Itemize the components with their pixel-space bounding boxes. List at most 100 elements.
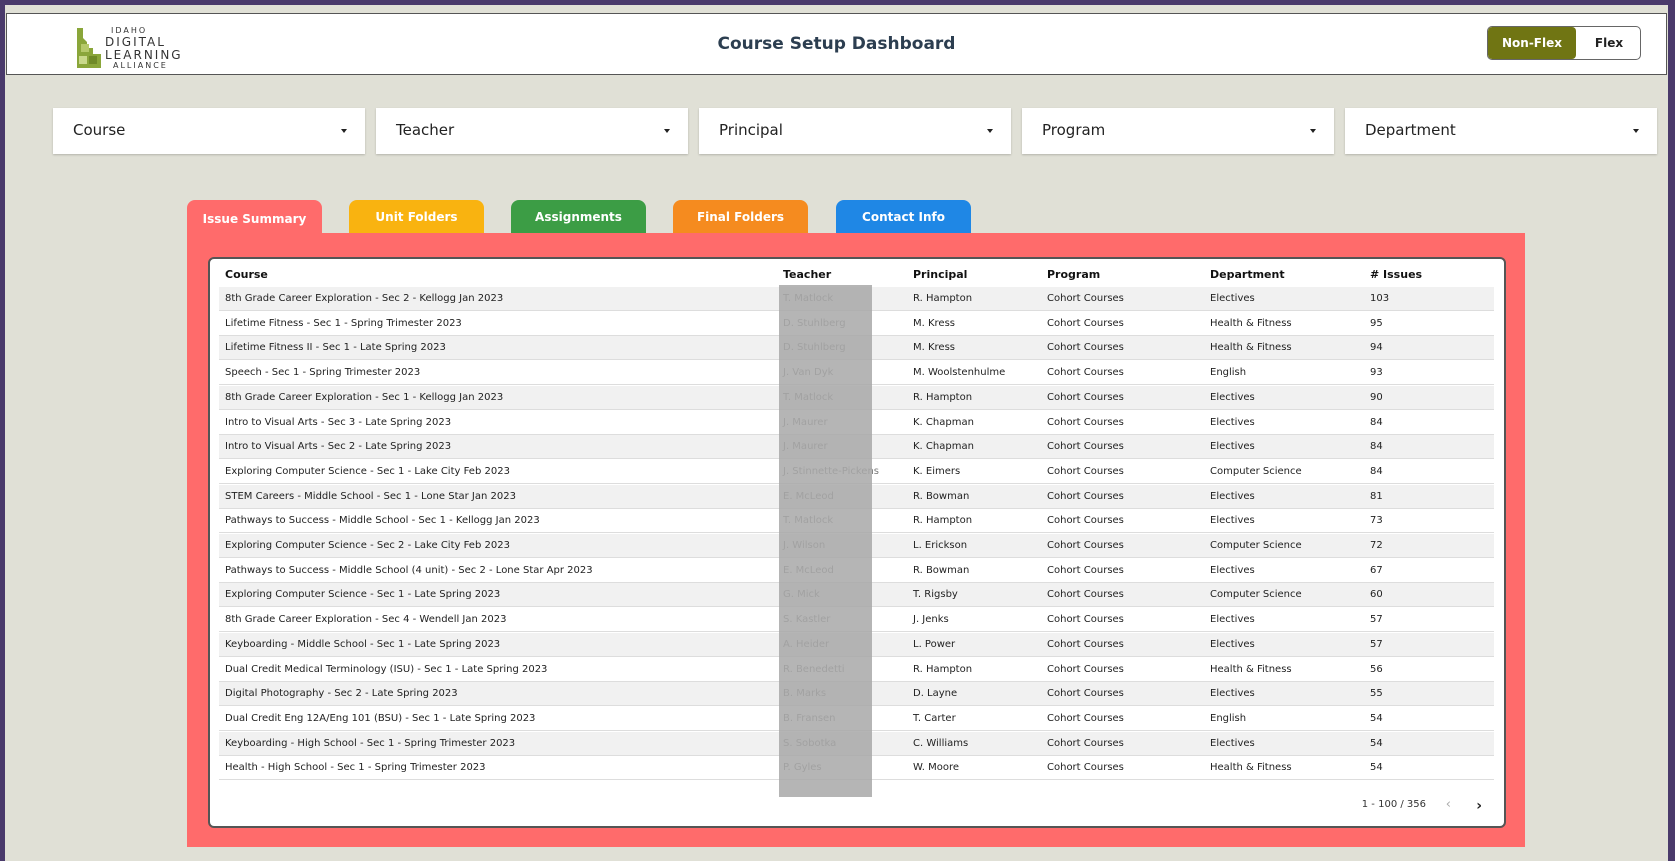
header-bar: IDAHO DIGITAL LEARNING ALLIANCE Course S… xyxy=(6,13,1667,75)
cell-issues: 54 xyxy=(1370,737,1383,749)
cell-principal: M. Kress xyxy=(913,342,956,354)
cell-course: Speech - Sec 1 - Spring Trimester 2023 xyxy=(225,367,421,379)
cell-program: Cohort Courses xyxy=(1047,638,1124,650)
column-header-issues[interactable]: # Issues xyxy=(1370,268,1422,281)
logo-line-4: ALLIANCE xyxy=(113,61,168,70)
tab-assignments[interactable]: Assignments xyxy=(511,200,646,234)
cell-department: Health & Fitness xyxy=(1210,762,1292,774)
cell-principal: M. Kress xyxy=(913,317,956,329)
cell-course: Pathways to Success - Middle School - Se… xyxy=(225,515,540,527)
column-header-program[interactable]: Program xyxy=(1047,268,1100,281)
column-header-principal[interactable]: Principal xyxy=(913,268,967,281)
cell-department: Electives xyxy=(1210,293,1255,304)
principal-filter-dropdown[interactable]: Principal xyxy=(699,108,1011,154)
department-filter-label: Department xyxy=(1365,121,1456,139)
principal-filter-label: Principal xyxy=(719,121,783,139)
cell-course: 8th Grade Career Exploration - Sec 1 - K… xyxy=(225,391,504,403)
cell-course: Pathways to Success - Middle School (4 u… xyxy=(225,564,593,576)
cell-program: Cohort Courses xyxy=(1047,465,1124,477)
flex-toggle[interactable]: Non-Flex Flex xyxy=(1487,26,1641,60)
cell-department: English xyxy=(1210,367,1247,379)
cell-program: Cohort Courses xyxy=(1047,688,1124,700)
cell-department: Electives xyxy=(1210,564,1255,576)
cell-principal: R. Hampton xyxy=(913,391,973,403)
column-header-teacher[interactable]: Teacher xyxy=(783,268,831,281)
department-filter-dropdown[interactable]: Department xyxy=(1345,108,1657,154)
cell-program: Cohort Courses xyxy=(1047,342,1124,354)
cell-issues: 57 xyxy=(1370,638,1383,650)
cell-department: Electives xyxy=(1210,391,1255,403)
cell-course: Dual Credit Medical Terminology (ISU) - … xyxy=(225,663,548,675)
cell-issues: 54 xyxy=(1370,762,1383,774)
cell-issues: 93 xyxy=(1370,367,1383,379)
cell-principal: K. Chapman xyxy=(913,416,974,428)
cell-principal: R. Hampton xyxy=(913,293,973,304)
issue-summary-table: Course Teacher Principal Program Departm… xyxy=(208,257,1506,828)
column-header-department[interactable]: Department xyxy=(1210,268,1285,281)
cell-issues: 54 xyxy=(1370,712,1383,724)
teacher-filter-label: Teacher xyxy=(396,121,455,139)
pagination-label: 1 - 100 / 356 xyxy=(1361,799,1426,810)
cell-principal: W. Moore xyxy=(913,762,960,774)
cell-program: Cohort Courses xyxy=(1047,391,1124,403)
cell-course: Health - High School - Sec 1 - Spring Tr… xyxy=(225,762,486,774)
tab-final-folders[interactable]: Final Folders xyxy=(673,200,808,234)
cell-issues: 84 xyxy=(1370,465,1383,477)
cell-issues: 94 xyxy=(1370,342,1383,354)
cell-principal: J. Jenks xyxy=(913,614,949,626)
cell-issues: 56 xyxy=(1370,663,1383,675)
chevron-down-icon xyxy=(1310,129,1316,133)
cell-department: Electives xyxy=(1210,441,1255,453)
cell-course: Keyboarding - High School - Sec 1 - Spri… xyxy=(225,737,516,749)
cell-department: Computer Science xyxy=(1210,540,1302,551)
cell-issues: 57 xyxy=(1370,614,1383,626)
program-filter-dropdown[interactable]: Program xyxy=(1022,108,1334,154)
cell-principal: R. Hampton xyxy=(913,663,973,675)
cell-principal: R. Hampton xyxy=(913,515,973,527)
chevron-left-icon[interactable]: ‹ xyxy=(1446,797,1451,812)
cell-department: Electives xyxy=(1210,688,1255,700)
tab-contact-info[interactable]: Contact Info xyxy=(836,200,971,234)
cell-principal: T. Rigsby xyxy=(913,589,958,601)
cell-course: 8th Grade Career Exploration - Sec 4 - W… xyxy=(225,614,507,626)
cell-principal: T. Carter xyxy=(913,712,956,724)
teacher-column-redaction xyxy=(779,285,872,797)
cell-course: Digital Photography - Sec 2 - Late Sprin… xyxy=(225,688,458,700)
page-title: Course Setup Dashboard xyxy=(717,34,956,54)
cell-principal: L. Power xyxy=(913,638,956,650)
cell-issues: 95 xyxy=(1370,317,1383,329)
cell-program: Cohort Courses xyxy=(1047,515,1124,527)
cell-department: Electives xyxy=(1210,416,1255,428)
cell-department: Electives xyxy=(1210,638,1255,650)
cell-course: Lifetime Fitness II - Sec 1 - Late Sprin… xyxy=(225,342,446,354)
cell-issues: 73 xyxy=(1370,515,1383,527)
chevron-down-icon xyxy=(341,129,347,133)
cell-issues: 60 xyxy=(1370,589,1383,601)
cell-department: Electives xyxy=(1210,737,1255,749)
tab-unit-folders[interactable]: Unit Folders xyxy=(349,200,484,234)
cell-department: Health & Fitness xyxy=(1210,317,1292,329)
flex-button[interactable]: Flex xyxy=(1576,27,1640,59)
cell-course: Intro to Visual Arts - Sec 3 - Late Spri… xyxy=(225,416,452,428)
column-header-course[interactable]: Course xyxy=(225,268,268,281)
cell-issues: 90 xyxy=(1370,391,1383,403)
cell-course: Intro to Visual Arts - Sec 2 - Late Spri… xyxy=(225,441,452,453)
cell-issues: 67 xyxy=(1370,564,1383,576)
cell-course: STEM Careers - Middle School - Sec 1 - L… xyxy=(225,490,516,502)
cell-program: Cohort Courses xyxy=(1047,416,1124,428)
cell-department: Computer Science xyxy=(1210,589,1302,601)
cell-department: Health & Fitness xyxy=(1210,342,1292,354)
cell-program: Cohort Courses xyxy=(1047,540,1124,551)
non-flex-button[interactable]: Non-Flex xyxy=(1488,27,1576,59)
course-filter-dropdown[interactable]: Course xyxy=(53,108,365,154)
cell-department: Computer Science xyxy=(1210,465,1302,477)
cell-program: Cohort Courses xyxy=(1047,589,1124,601)
cell-course: Lifetime Fitness - Sec 1 - Spring Trimes… xyxy=(225,317,462,329)
cell-program: Cohort Courses xyxy=(1047,441,1124,453)
cell-course: Exploring Computer Science - Sec 2 - Lak… xyxy=(225,540,510,551)
cell-department: Electives xyxy=(1210,490,1255,502)
cell-principal: R. Bowman xyxy=(913,490,970,502)
chevron-right-icon[interactable]: › xyxy=(1476,798,1482,814)
teacher-filter-dropdown[interactable]: Teacher xyxy=(376,108,688,154)
course-filter-label: Course xyxy=(73,121,126,139)
